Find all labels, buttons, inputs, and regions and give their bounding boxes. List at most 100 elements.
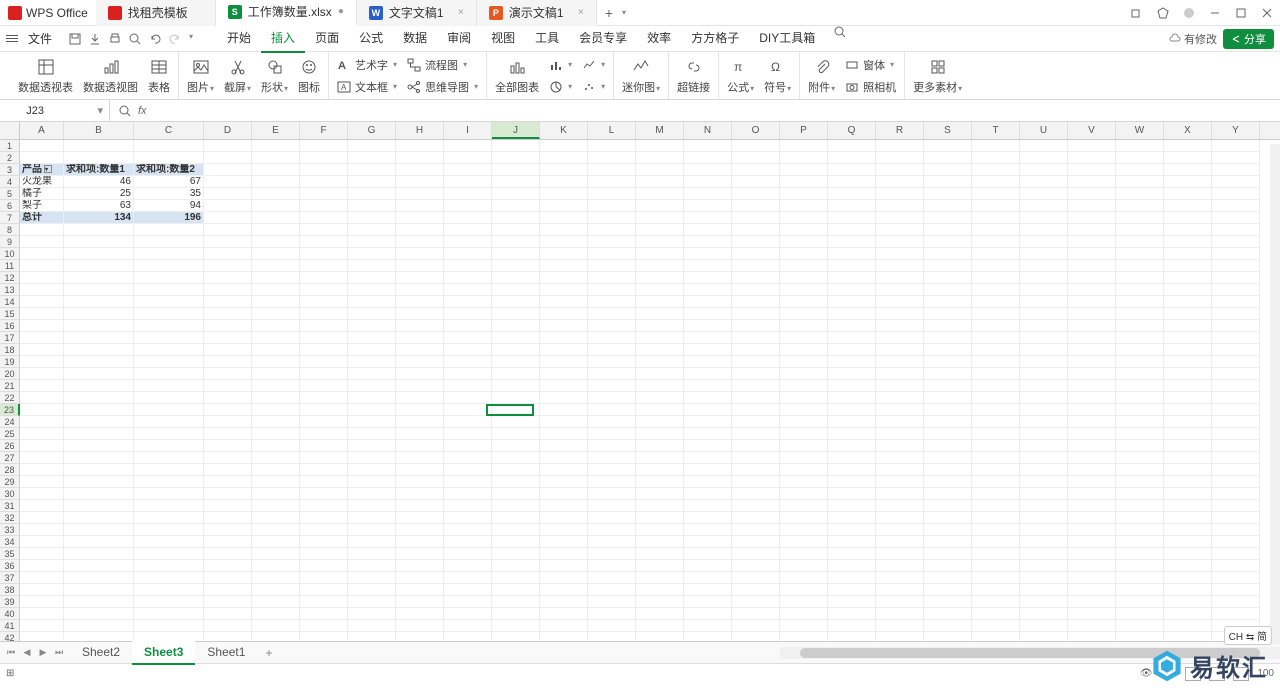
cell[interactable] — [1212, 212, 1260, 224]
cell[interactable] — [780, 176, 828, 188]
cell[interactable] — [732, 428, 780, 440]
cell[interactable] — [828, 512, 876, 524]
cell[interactable] — [588, 224, 636, 236]
cell[interactable] — [828, 620, 876, 632]
cell[interactable]: 求和项:数量1 — [64, 164, 134, 176]
cell[interactable] — [1068, 560, 1116, 572]
cell[interactable] — [348, 536, 396, 548]
cell[interactable] — [1068, 224, 1116, 236]
cell[interactable] — [444, 404, 492, 416]
cell[interactable] — [396, 560, 444, 572]
cell[interactable] — [492, 224, 540, 236]
cell[interactable] — [732, 584, 780, 596]
cell[interactable] — [348, 188, 396, 200]
cell[interactable] — [252, 620, 300, 632]
cell[interactable] — [204, 500, 252, 512]
cell[interactable] — [1212, 488, 1260, 500]
cell[interactable] — [300, 452, 348, 464]
cell[interactable] — [876, 224, 924, 236]
cell[interactable] — [1020, 140, 1068, 152]
vertical-scrollbar[interactable] — [1270, 144, 1280, 644]
sheet-tab[interactable]: Sheet1 — [195, 641, 257, 665]
cell[interactable] — [684, 284, 732, 296]
cell[interactable] — [828, 536, 876, 548]
cell[interactable] — [64, 584, 134, 596]
cell[interactable] — [732, 452, 780, 464]
cell[interactable] — [780, 368, 828, 380]
cell[interactable] — [300, 476, 348, 488]
cell[interactable] — [1164, 164, 1212, 176]
cell[interactable] — [300, 164, 348, 176]
cell[interactable] — [492, 188, 540, 200]
cell[interactable] — [924, 188, 972, 200]
cell[interactable] — [1164, 500, 1212, 512]
tab-start[interactable]: 开始 — [217, 25, 261, 53]
row-header[interactable]: 16 — [0, 320, 20, 332]
cell[interactable] — [1068, 188, 1116, 200]
cell[interactable] — [252, 248, 300, 260]
cell[interactable] — [684, 488, 732, 500]
cell[interactable] — [300, 284, 348, 296]
cell[interactable] — [780, 236, 828, 248]
cell[interactable] — [134, 380, 204, 392]
cell[interactable] — [780, 248, 828, 260]
cell[interactable] — [876, 476, 924, 488]
cell[interactable] — [252, 296, 300, 308]
cell[interactable] — [204, 320, 252, 332]
cell[interactable] — [1212, 524, 1260, 536]
cell[interactable] — [828, 464, 876, 476]
cell[interactable] — [492, 212, 540, 224]
cell[interactable] — [1020, 188, 1068, 200]
cell[interactable] — [1164, 152, 1212, 164]
cell[interactable] — [780, 524, 828, 536]
cell[interactable] — [396, 332, 444, 344]
row-header[interactable]: 36 — [0, 560, 20, 572]
cell[interactable] — [1068, 344, 1116, 356]
row-header[interactable]: 19 — [0, 356, 20, 368]
cell[interactable] — [1164, 476, 1212, 488]
cell[interactable] — [444, 356, 492, 368]
cell[interactable] — [876, 260, 924, 272]
cell[interactable] — [972, 440, 1020, 452]
cell[interactable] — [20, 296, 64, 308]
cell[interactable] — [924, 524, 972, 536]
cell[interactable] — [1068, 368, 1116, 380]
cell[interactable] — [300, 296, 348, 308]
cell[interactable] — [1116, 152, 1164, 164]
row-header[interactable]: 13 — [0, 284, 20, 296]
cell[interactable] — [1020, 296, 1068, 308]
cell[interactable] — [924, 212, 972, 224]
cell[interactable] — [204, 404, 252, 416]
cell[interactable] — [876, 212, 924, 224]
cell[interactable] — [828, 284, 876, 296]
cell[interactable] — [348, 308, 396, 320]
cell[interactable] — [396, 152, 444, 164]
cell[interactable] — [972, 548, 1020, 560]
pivot-table-button[interactable]: 数据透视表 — [18, 57, 73, 95]
cell[interactable] — [828, 140, 876, 152]
cell[interactable] — [444, 488, 492, 500]
cell[interactable] — [1116, 320, 1164, 332]
cell[interactable] — [636, 560, 684, 572]
cell[interactable] — [924, 296, 972, 308]
cell[interactable] — [396, 308, 444, 320]
cell[interactable] — [828, 260, 876, 272]
cell[interactable] — [396, 572, 444, 584]
cell[interactable] — [1116, 356, 1164, 368]
row-header[interactable]: 28 — [0, 464, 20, 476]
cell[interactable] — [300, 200, 348, 212]
search-icon[interactable] — [833, 25, 847, 39]
cell[interactable] — [64, 224, 134, 236]
cell[interactable] — [540, 356, 588, 368]
cell[interactable] — [20, 524, 64, 536]
cell[interactable] — [1164, 608, 1212, 620]
cell[interactable] — [1116, 392, 1164, 404]
cell[interactable] — [732, 248, 780, 260]
cell[interactable] — [636, 608, 684, 620]
cell[interactable] — [1068, 476, 1116, 488]
cell[interactable] — [134, 620, 204, 632]
cell[interactable] — [636, 224, 684, 236]
shape-button[interactable]: 形状▾ — [261, 57, 288, 95]
cell[interactable] — [204, 176, 252, 188]
cell[interactable] — [1068, 212, 1116, 224]
